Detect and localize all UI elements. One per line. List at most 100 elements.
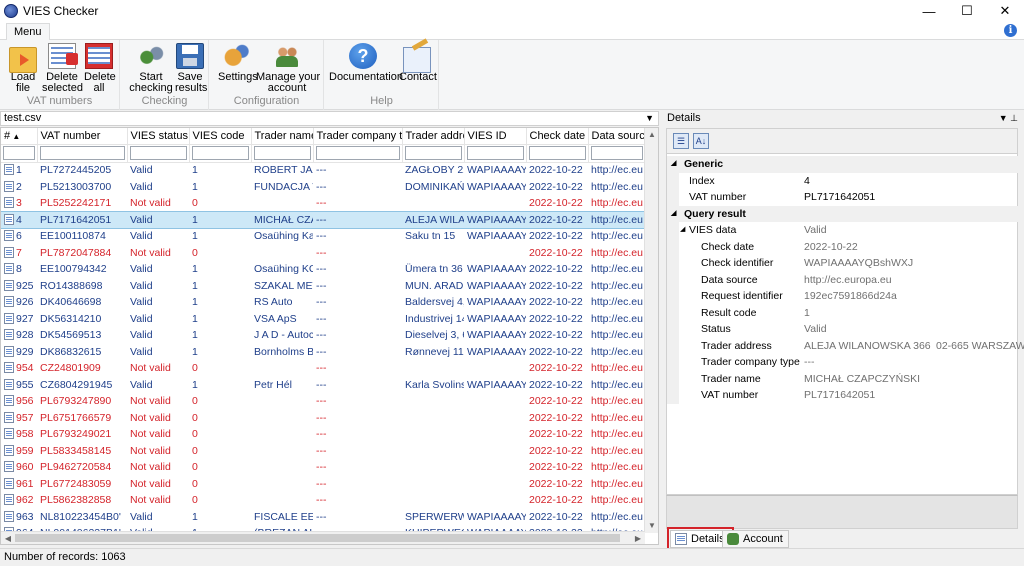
documentation-button[interactable]: ? Documentation (329, 43, 403, 83)
table-row[interactable]: 956 PL6793247890 Not valid 0 --- 2022-10-22 ht… (1, 393, 645, 410)
cell-tc: --- (313, 459, 402, 476)
column-filter-input[interactable] (253, 146, 311, 160)
start-checking-button[interactable]: Start checking (129, 43, 173, 94)
table-row[interactable]: 1PL7272445205Valid1ROBERT JAZ(---ZAGŁOBY… (1, 162, 645, 179)
manage-account-button[interactable]: Manage your account (256, 43, 320, 94)
table-row[interactable]: 961 PL6772483059 Not valid 0 --- 2022-10-22 ht… (1, 475, 645, 493)
column-filter-input[interactable] (590, 146, 643, 160)
table-row[interactable]: 2 PL5213003700 Valid 1 FUNDACJA V --- DOMINIKA… (1, 178, 645, 196)
row-gutter (667, 172, 679, 189)
horizontal-scrollbar[interactable]: ◀ ▶ (1, 531, 645, 544)
property-row[interactable]: ◢ VIES data Valid (667, 222, 1019, 239)
column-filter-input[interactable] (3, 146, 35, 160)
column-header[interactable]: Check date (526, 128, 589, 145)
cell-code: 1 (189, 178, 251, 196)
property-row[interactable]: Trader company type --- (667, 354, 1019, 371)
cell-date: 2022-10-22 (526, 508, 588, 526)
table-row[interactable]: 929 DK86832615 Valid 1 Bornholms B --- Rønneve… (1, 343, 645, 361)
records-grid[interactable]: # ▲ VAT number VIES status VIES code Trader … (0, 127, 659, 545)
table-row[interactable]: 4 PL7171642051 Valid 1 MICHAŁ CZA --- ALEJA WI… (1, 210, 646, 229)
column-header[interactable]: Trader address (402, 128, 465, 145)
tab-account[interactable]: Account (722, 530, 789, 548)
table-row[interactable]: 6 EE100110874 Valid 1 Osaühing Ka --- Saku tn … (1, 228, 645, 245)
sort-alphabetical-icon[interactable]: A↓ (693, 133, 709, 149)
table-row[interactable]: 8 EE100794342 Valid 1 Osaühing KC --- Ümera tn… (1, 261, 645, 278)
file-tab[interactable]: test.csv ▼ (0, 111, 659, 126)
column-header[interactable]: Data source (588, 128, 646, 145)
property-row[interactable]: VAT number PL7171642051 (667, 387, 1019, 404)
column-filter-input[interactable] (528, 146, 586, 160)
row-index: 929 (1, 343, 37, 361)
cell-status: Valid (127, 228, 189, 245)
menu-tab[interactable]: Menu (6, 23, 50, 41)
table-row[interactable]: 7 PL7872047884 Not valid 0 --- 2022-10-22 http… (1, 244, 645, 262)
table-row[interactable]: 957 PL6751766579 Not valid 0 --- 2022-10-22 ht… (1, 409, 645, 427)
table-row[interactable]: 960 PL9462720584 Not valid 0 --- 2022-10-22 ht… (1, 459, 645, 476)
property-row[interactable]: Trader name MICHAŁ CZAPCZYŃSKI (667, 370, 1019, 387)
table-row[interactable]: 954 CZ24801909 Not valid 0 --- 2022-10-22 http… (1, 360, 645, 377)
table-row[interactable]: 963NL810223454B0'Valid1FISCALE EEN---SPE… (1, 508, 645, 526)
property-row[interactable]: Data source http://ec.europa.eu (667, 271, 1019, 288)
column-filter-input[interactable] (466, 146, 524, 160)
contact-button[interactable]: Contact (399, 43, 437, 83)
sort-ascending-icon: ▲ (10, 131, 21, 141)
property-category[interactable]: ◢ Generic (667, 156, 1019, 173)
cell-code: 1 (189, 376, 251, 394)
delete-all-button[interactable]: Delete all (84, 43, 116, 94)
table-row[interactable]: 958 PL6793249021 Not valid 0 --- 2022-10-22 ht… (1, 426, 645, 443)
property-row[interactable]: Trader address ALEJA WILANOWSKA 366 02-665… (667, 337, 1024, 354)
column-header[interactable]: Trader name (251, 128, 314, 145)
property-row[interactable]: VAT number PL7171642051 (667, 189, 1019, 206)
property-row[interactable]: Index 4 (667, 172, 1019, 189)
table-row[interactable]: 926 DK40646698 Valid 1 RS Auto --- Baldersvej … (1, 294, 645, 311)
table-row[interactable]: 927 DK56314210 Valid 1 VSA ApS --- Industrivej… (1, 310, 645, 328)
cell-date: 2022-10-22 (526, 409, 588, 427)
cell-vat: PL6772483059 (37, 475, 127, 493)
table-row[interactable]: 3 PL5252242171 Not valid 0 --- 2022-10-22 http… (1, 195, 645, 212)
table-row[interactable]: 955 CZ6804291945 Valid 1 Petr Hél --- Karla Sv… (1, 376, 645, 394)
delete-selected-button[interactable]: Delete selected (42, 43, 83, 94)
scroll-up-icon[interactable]: ▲ (645, 128, 658, 142)
column-filter-input[interactable] (315, 146, 400, 160)
property-category[interactable]: ◢ Query result (667, 205, 1019, 222)
scroll-right-icon[interactable]: ▶ (631, 532, 645, 544)
property-grid[interactable]: ◢ Generic Index 4 VAT number PL7171642051 ◢ Que… (666, 154, 1024, 495)
maximize-button[interactable]: ☐ (948, 0, 986, 22)
column-header[interactable]: VIES status (127, 128, 190, 145)
scrollbar-thumb[interactable] (15, 534, 620, 542)
property-row[interactable]: Result code 1 (667, 304, 1019, 321)
column-header[interactable]: VIES code (189, 128, 252, 145)
dropdown-arrow-icon[interactable]: ▼ (645, 112, 654, 125)
cell-vat: PL5252242171 (37, 195, 127, 212)
property-row[interactable]: Check date 2022-10-22 (667, 238, 1019, 255)
minimize-button[interactable]: — (910, 0, 948, 22)
categorized-icon[interactable]: ☰ (673, 133, 689, 149)
table-row[interactable]: 928 DK54569513 Valid 1 J A D - Autoc --- Diese… (1, 327, 645, 344)
pin-icon[interactable]: ▼ ⊥ (999, 111, 1018, 126)
table-row[interactable]: 959 PL5833458145 Not valid 0 --- 2022-10-22 ht… (1, 442, 645, 460)
scroll-left-icon[interactable]: ◀ (1, 532, 15, 544)
property-row[interactable]: Request identifier 192ec7591866d24a (667, 288, 1019, 305)
column-filter-input[interactable] (191, 146, 249, 160)
load-file-button[interactable]: Load file (9, 43, 37, 94)
property-row[interactable]: Status Valid (667, 321, 1019, 338)
column-filter-input[interactable] (404, 146, 462, 160)
vertical-scrollbar[interactable]: ▲ ▼ (644, 128, 658, 533)
close-button[interactable]: ✕ (986, 0, 1024, 22)
column-header[interactable]: # ▲ (1, 128, 38, 145)
column-filter-input[interactable] (129, 146, 187, 160)
save-results-button[interactable]: Save results (175, 43, 207, 94)
column-header[interactable]: Trader company type (313, 128, 403, 145)
table-row[interactable]: 962 PL5862382858 Not valid 0 --- 2022-10-22 ht… (1, 492, 645, 509)
table-row[interactable]: 925 RO14388698 Valid 1 SZAKAL MET --- MUN. ARA… (1, 277, 645, 295)
cell-vid (464, 426, 526, 443)
column-header[interactable]: VAT number (37, 128, 128, 145)
property-row[interactable]: Check identifier WAPIAAAAYQBshWXJ (667, 255, 1019, 272)
cell-code: 1 (189, 261, 251, 278)
column-header[interactable]: VIES ID (464, 128, 527, 145)
column-filter-input[interactable] (39, 146, 125, 160)
row-gutter (667, 387, 679, 404)
settings-button[interactable]: Settings (218, 43, 258, 83)
scroll-down-icon[interactable]: ▼ (645, 519, 658, 533)
info-icon[interactable]: i (1004, 24, 1017, 37)
